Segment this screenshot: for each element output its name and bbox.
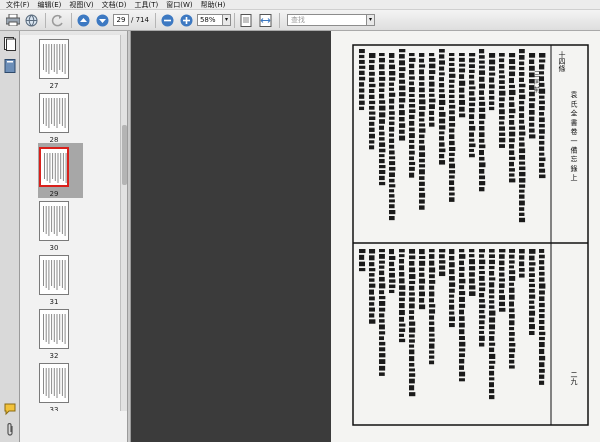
zoom-out-button[interactable] xyxy=(159,12,176,28)
page-thumbnail[interactable] xyxy=(39,39,69,79)
thumbnail-page-number: 30 xyxy=(49,244,59,252)
fit-width-button[interactable] xyxy=(257,12,274,28)
bookmarks-icon[interactable] xyxy=(4,59,16,73)
thumbnail-page-number: 31 xyxy=(49,298,59,306)
comments-icon[interactable] xyxy=(4,402,16,416)
toolbar-separator xyxy=(233,12,235,28)
page-number-input[interactable]: 29 xyxy=(113,14,129,26)
menu-bar: 文件(F) 编辑(E) 视图(V) 文档(D) 工具(T) 窗口(W) 帮助(H… xyxy=(0,0,600,10)
menu-document[interactable]: 文档(D) xyxy=(98,0,131,10)
document-view[interactable]: 袁 氏 全 書 卷 一 備 忘 錄 上 十四條三 同 前二九 xyxy=(131,31,600,442)
find-dropdown[interactable]: ▾ xyxy=(366,14,375,26)
navigation-strip xyxy=(0,31,20,442)
globe-icon xyxy=(25,14,38,26)
rotate-button[interactable] xyxy=(49,12,66,28)
menu-file[interactable]: 文件(F) xyxy=(2,0,34,10)
menu-window[interactable]: 窗口(W) xyxy=(162,0,196,10)
page-total-label: / 714 xyxy=(131,16,149,24)
page-number-text: 二九 xyxy=(570,371,578,386)
page-thumbnail[interactable] xyxy=(39,147,69,187)
plus-icon xyxy=(180,14,193,26)
document-page: 袁 氏 全 書 卷 一 備 忘 錄 上 十四條三 同 前二九 xyxy=(331,31,600,442)
page-thumbnail[interactable] xyxy=(39,93,69,133)
find-input[interactable]: 查找 xyxy=(286,14,367,26)
toolbar-separator xyxy=(45,12,46,28)
thumbnail-list: 27 28 29 30 31 32 33 xyxy=(20,35,120,411)
thumbnail-scrollbar[interactable] xyxy=(120,35,127,411)
zoom-level-input[interactable]: 58% xyxy=(196,14,223,26)
thumbnail-page-number: 29 xyxy=(49,190,59,198)
attachment-icon[interactable] xyxy=(4,423,16,437)
scanned-page-image: 袁 氏 全 書 卷 一 備 忘 錄 上 十四條三 同 前二九 xyxy=(352,44,589,426)
fit-width-icon xyxy=(259,13,272,27)
zoom-in-button[interactable] xyxy=(178,12,195,28)
thumbnail-page-number: 32 xyxy=(49,352,59,360)
menu-help[interactable]: 帮助(H) xyxy=(197,0,230,10)
fit-page-button[interactable] xyxy=(238,12,255,28)
toolbar: 29 / 714 58% ▾ 查找 ▾ xyxy=(0,10,600,31)
rotate-icon xyxy=(51,14,63,26)
share-button[interactable] xyxy=(23,12,40,28)
menu-tools[interactable]: 工具(T) xyxy=(131,0,163,10)
minus-icon xyxy=(161,14,174,26)
page-thumbnail[interactable] xyxy=(39,363,69,403)
chevron-down-icon: ▾ xyxy=(368,16,372,23)
toolbar-separator xyxy=(154,12,156,28)
page-thumbnail[interactable] xyxy=(39,255,69,295)
chevron-down-icon: ▾ xyxy=(224,16,228,23)
toolbar-separator xyxy=(278,12,280,28)
page-subheader-text: 三 同 前 xyxy=(533,71,540,94)
arrow-down-icon xyxy=(96,14,109,26)
prev-page-button[interactable] xyxy=(75,12,92,28)
printer-icon xyxy=(5,14,20,26)
zoom-dropdown[interactable]: ▾ xyxy=(222,14,231,26)
page-header-text: 十四條 xyxy=(558,50,566,73)
page-thumbnail[interactable] xyxy=(39,309,69,349)
thumbnail-page-number: 33 xyxy=(49,406,59,411)
page-side-title: 袁 氏 全 書 卷 一 備 忘 錄 上 xyxy=(570,90,578,181)
next-page-button[interactable] xyxy=(94,12,111,28)
toolbar-separator xyxy=(71,12,72,28)
menu-edit[interactable]: 编辑(E) xyxy=(34,0,66,10)
thumbnail-page-number: 27 xyxy=(49,82,59,90)
page-thumbnail[interactable] xyxy=(39,201,69,241)
print-button[interactable] xyxy=(4,12,21,28)
menu-view[interactable]: 视图(V) xyxy=(65,0,97,10)
arrow-up-icon xyxy=(77,14,90,26)
pages-icon[interactable] xyxy=(4,37,16,51)
fit-page-icon xyxy=(240,13,252,27)
